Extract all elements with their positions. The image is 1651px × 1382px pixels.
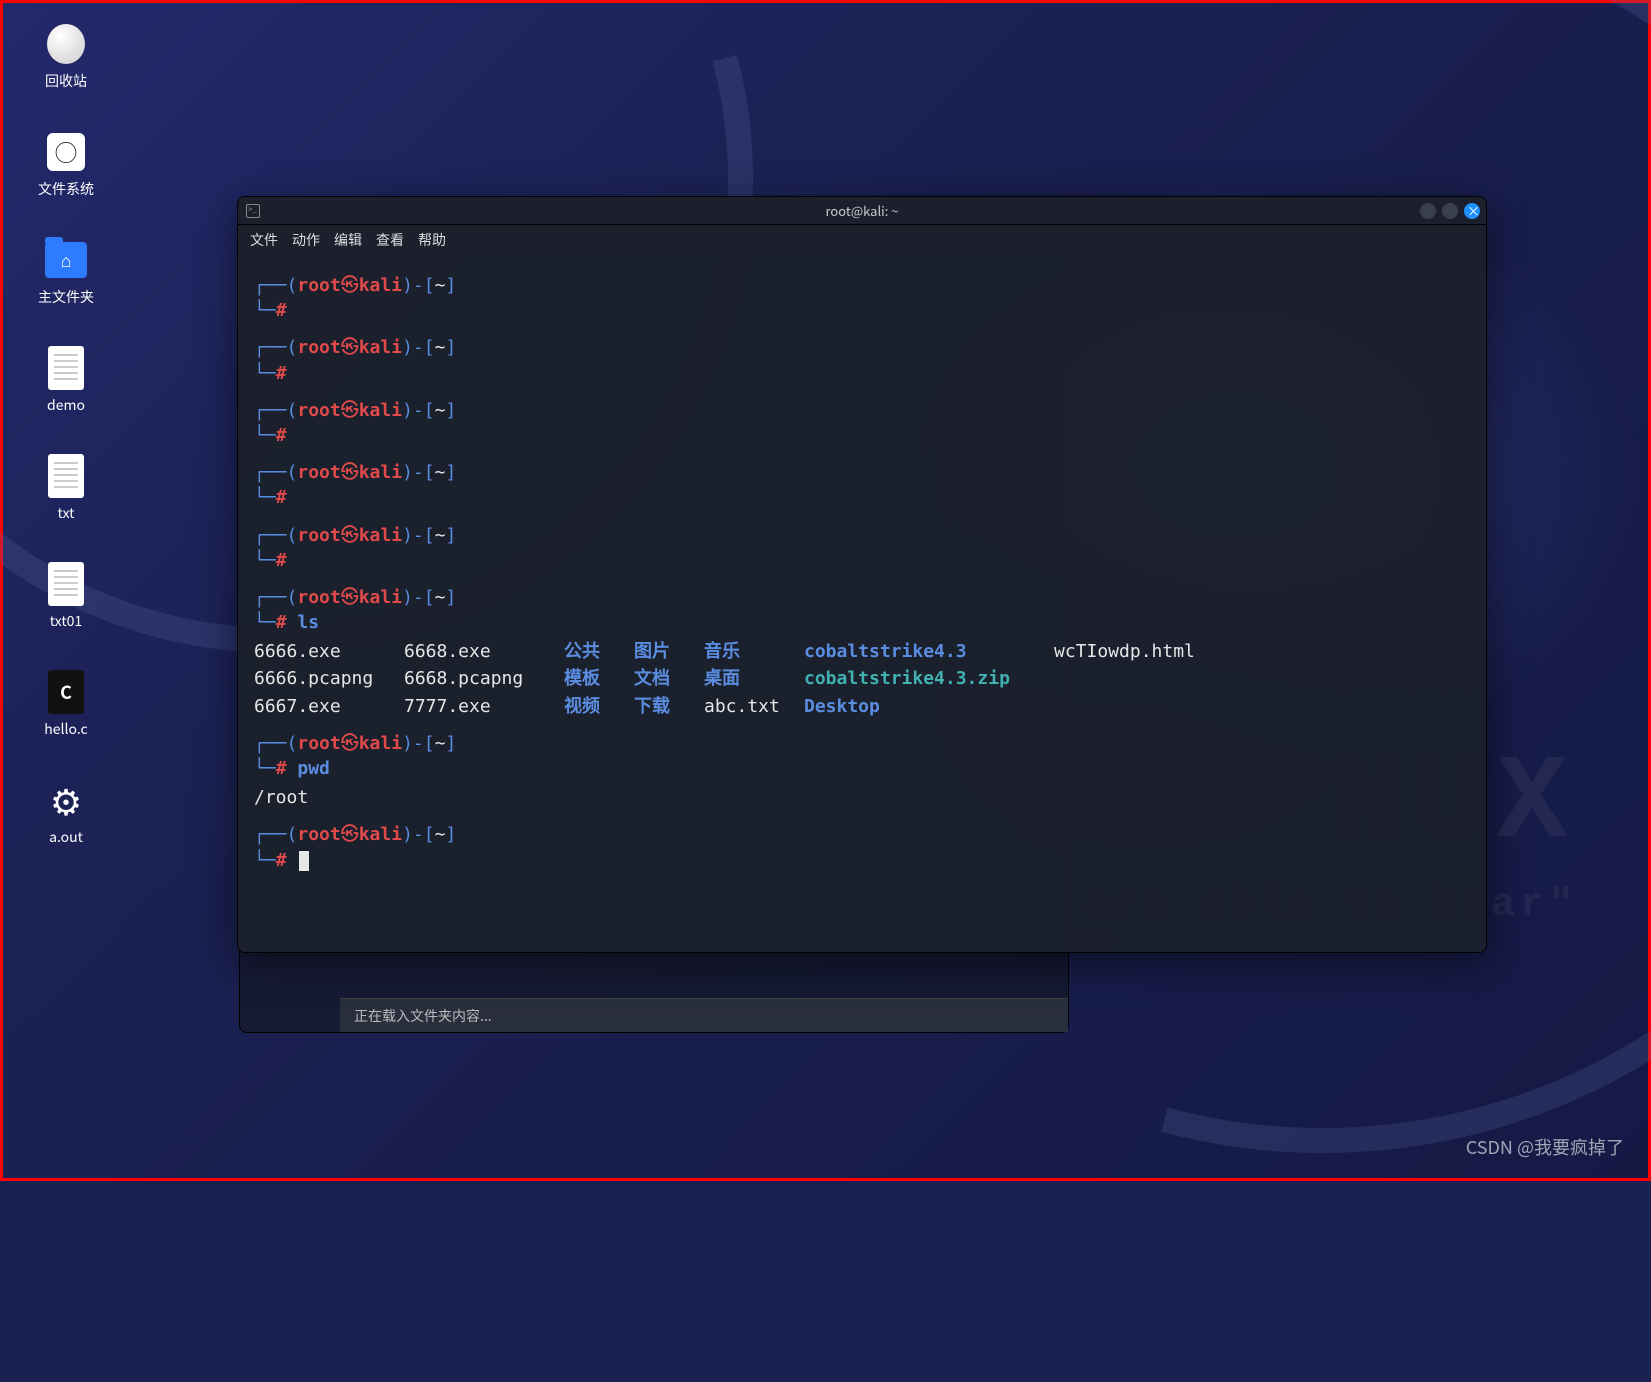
desktop-icon-txt01[interactable]: txt01 — [31, 563, 101, 631]
desktop-icon-label: txt01 — [50, 611, 82, 631]
menu-view[interactable]: 查看 — [376, 230, 404, 250]
prompt-empty: ┌──(root㉿kali)-[~] └─# — [254, 335, 1470, 385]
menu-help[interactable]: 帮助 — [418, 230, 446, 250]
file-manager-status-text: 正在载入文件夹内容... — [354, 1006, 492, 1026]
desktop-icon-label: 主文件夹 — [38, 287, 94, 307]
prompt-current: ┌──(root㉿kali)-[~] └─# — [254, 822, 1470, 872]
monitor-icon: ◯ — [47, 133, 85, 171]
terminal-titlebar[interactable]: root@kali: ~ — [238, 197, 1486, 225]
terminal-body[interactable]: ┌──(root㉿kali)-[~] └─# ┌──(root㉿kali)-[~… — [238, 255, 1486, 952]
maximize-button[interactable] — [1442, 203, 1458, 219]
desktop-icon-label: a.out — [49, 827, 83, 847]
file-manager-statusbar: 正在载入文件夹内容... — [340, 998, 1068, 1032]
prompt-empty: ┌──(root㉿kali)-[~] └─# — [254, 523, 1470, 573]
menu-actions[interactable]: 动作 — [292, 230, 320, 250]
cmd-ls: ls — [297, 612, 319, 633]
desktop-icon-hello-c[interactable]: C hello.c — [31, 671, 101, 739]
file-icon — [48, 562, 84, 606]
file-icon — [48, 346, 84, 390]
terminal-icon — [246, 204, 260, 218]
desktop-icon-filesystem[interactable]: ◯ 文件系统 — [31, 131, 101, 199]
menu-edit[interactable]: 编辑 — [334, 230, 362, 250]
trash-icon — [47, 24, 85, 64]
watermark: CSDN @我要疯掉了 — [1466, 1134, 1624, 1160]
close-button[interactable] — [1464, 203, 1480, 219]
desktop-icon-home[interactable]: 主文件夹 — [31, 239, 101, 307]
terminal-cursor — [299, 851, 309, 871]
file-icon — [48, 454, 84, 498]
minimize-button[interactable] — [1420, 203, 1436, 219]
desktop-icon-label: txt — [58, 503, 75, 523]
terminal-menubar: 文件 动作 编辑 查看 帮助 — [238, 225, 1486, 255]
terminal-window[interactable]: root@kali: ~ 文件 动作 编辑 查看 帮助 ┌──(root㉿kal… — [237, 196, 1487, 953]
window-controls — [1420, 203, 1480, 219]
desktop-icon-aout[interactable]: ⚙ a.out — [31, 779, 101, 847]
gear-icon: ⚙ — [50, 774, 82, 826]
cmd-pwd: pwd — [297, 758, 330, 779]
desktop-icon-label: 回收站 — [45, 71, 87, 91]
terminal-title: root@kali: ~ — [826, 201, 899, 220]
prompt-empty: ┌──(root㉿kali)-[~] └─# — [254, 273, 1470, 323]
prompt-empty: ┌──(root㉿kali)-[~] └─# — [254, 460, 1470, 510]
prompt-ls: ┌──(root㉿kali)-[~] └─# ls — [254, 585, 1470, 635]
prompt-empty: ┌──(root㉿kali)-[~] └─# — [254, 398, 1470, 448]
prompt-pwd: ┌──(root㉿kali)-[~] └─# pwd — [254, 731, 1470, 781]
desktop-icon-label: demo — [47, 395, 85, 415]
menu-file[interactable]: 文件 — [250, 230, 278, 250]
c-file-icon: C — [48, 670, 84, 714]
ls-output: 6666.exe6668.exe公共图片音乐cobaltstrike4.3wcT… — [254, 639, 1470, 719]
desktop-icon-label: 文件系统 — [38, 179, 94, 199]
home-folder-icon — [45, 242, 87, 278]
desktop-icon-label: hello.c — [44, 719, 87, 739]
desktop-icon-demo[interactable]: demo — [31, 347, 101, 415]
desktop-icon-trash[interactable]: 回收站 — [31, 23, 101, 91]
pwd-output: /root — [254, 785, 1470, 810]
desktop-icon-txt[interactable]: txt — [31, 455, 101, 523]
desktop-icons: 回收站 ◯ 文件系统 主文件夹 demo txt txt01 C hello.c… — [31, 23, 101, 847]
